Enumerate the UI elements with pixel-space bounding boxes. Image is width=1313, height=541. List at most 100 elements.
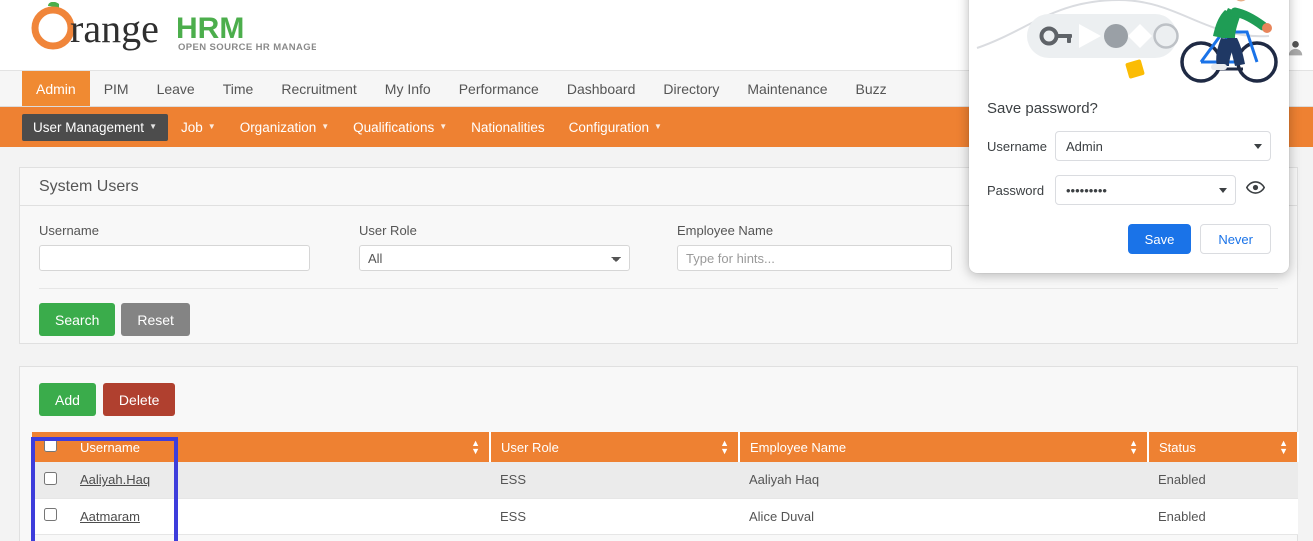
list-action-row: Add Delete (20, 367, 1297, 416)
subnav-item-qualifications[interactable]: Qualifications ▼ (342, 114, 458, 141)
select-all-checkbox[interactable] (44, 439, 57, 452)
column-header-username[interactable]: Username ▲ ▼ (70, 432, 491, 462)
column-header-status[interactable]: Status ▲ ▼ (1148, 432, 1299, 462)
users-table-wrapper: Username ▲ ▼ User Role ▲ ▼ Employee Name ▲… (32, 432, 1299, 535)
cell-username: Aaliyah.Haq (70, 462, 490, 499)
save-password-dialog: Save password? Username Admin Password •… (969, 0, 1289, 273)
subnav-label: Qualifications (353, 119, 435, 135)
subnav-item-job[interactable]: Job ▼ (170, 114, 227, 141)
nav-item-maintenance[interactable]: Maintenance (733, 71, 841, 106)
chevron-down-icon: ▼ (321, 122, 330, 131)
dialog-password-value: ••••••••• (1066, 182, 1107, 198)
nav-item-time[interactable]: Time (209, 71, 268, 106)
svg-text:range: range (70, 6, 159, 51)
sort-icon[interactable]: ▲ ▼ (1279, 439, 1288, 456)
cell-status: Enabled (1148, 498, 1298, 535)
dialog-title: Save password? (987, 100, 1098, 117)
subnav-label: Job (180, 119, 203, 135)
search-button[interactable]: Search (39, 303, 116, 336)
save-password-illustration (969, 0, 1289, 96)
sort-icon[interactable]: ▲ ▼ (471, 439, 480, 456)
eye-icon[interactable] (1245, 178, 1266, 202)
cell-username: Aatmaram (70, 498, 490, 535)
sort-icon[interactable]: ▲ ▼ (720, 439, 729, 456)
system-users-table: Username ▲ ▼ User Role ▲ ▼ Employee Name ▲… (32, 432, 1299, 535)
chevron-down-icon: ▼ (653, 122, 662, 131)
dialog-button-row: Save Never (987, 224, 1271, 254)
row-select-cell (32, 498, 70, 535)
system-users-list-panel: Add Delete Username ▲ ▼ User Role ▲ ▼ Em… (19, 366, 1299, 541)
subnav-label: Configuration (568, 119, 649, 135)
user-role-filter-group: User Role All (359, 223, 677, 271)
orangehrm-logo[interactable]: range HRM OPEN SOURCE HR MANAGEMENT (26, 2, 316, 54)
row-select-cell (32, 462, 70, 499)
username-link[interactable]: Aatmaram (80, 509, 140, 524)
dialog-password-field[interactable]: ••••••••• (1055, 175, 1236, 205)
svg-text:HRM: HRM (176, 12, 244, 45)
employee-name-input[interactable] (677, 245, 952, 271)
nav-item-leave[interactable]: Leave (143, 71, 209, 106)
chevron-down-icon[interactable] (1254, 143, 1262, 149)
username-filter-group: Username (39, 223, 359, 271)
cell-employee-name: Alice Duval (739, 498, 1148, 535)
chevron-down-icon: ▼ (149, 122, 157, 131)
dialog-username-value: Admin (1066, 138, 1103, 154)
column-label: Status (1159, 439, 1196, 455)
cell-status: Enabled (1148, 462, 1298, 499)
dialog-username-row: Username Admin (987, 131, 1271, 161)
employee-name-filter-group: Employee Name (677, 223, 967, 271)
column-label: Employee Name (750, 439, 847, 455)
table-row[interactable]: Aaliyah.Haq ESS Aaliyah Haq Enabled (32, 462, 1298, 499)
dialog-password-label: Password (987, 182, 1045, 198)
column-label: Username (80, 439, 140, 455)
cell-employee-name: Aaliyah Haq (739, 462, 1148, 499)
reset-button[interactable]: Reset (121, 303, 190, 336)
table-row[interactable]: Aatmaram ESS Alice Duval Enabled (32, 498, 1298, 535)
nav-item-admin[interactable]: Admin (22, 71, 90, 106)
nav-item-performance[interactable]: Performance (445, 71, 553, 106)
save-password-button[interactable]: Save (1127, 224, 1192, 254)
nav-item-my-info[interactable]: My Info (371, 71, 445, 106)
column-header-user-role[interactable]: User Role ▲ ▼ (490, 432, 740, 462)
subnav-item-organization[interactable]: Organization ▼ (229, 114, 340, 141)
nav-item-directory[interactable]: Directory (649, 71, 733, 106)
svg-text:OPEN SOURCE HR MANAGEMENT: OPEN SOURCE HR MANAGEMENT (178, 42, 316, 53)
row-checkbox[interactable] (44, 508, 57, 521)
save-password-body: Save password? Username Admin Password •… (969, 100, 1289, 254)
delete-button[interactable]: Delete (102, 383, 176, 416)
search-button-row: Search Reset (20, 289, 1297, 336)
employee-name-label: Employee Name (677, 223, 774, 238)
nav-item-dashboard[interactable]: Dashboard (553, 71, 650, 106)
dialog-username-field[interactable]: Admin (1055, 131, 1271, 161)
dialog-password-row: Password ••••••••• (987, 175, 1271, 205)
subnav-label: Nationalities (471, 119, 545, 135)
chevron-down-icon: ▼ (439, 122, 448, 131)
subnav-item-configuration[interactable]: Configuration ▼ (558, 114, 673, 141)
user-role-select[interactable]: All (359, 245, 630, 271)
column-label: User Role (501, 439, 559, 455)
table-header-row: Username ▲ ▼ User Role ▲ ▼ Employee Name ▲… (32, 432, 1299, 462)
nav-item-recruitment[interactable]: Recruitment (267, 71, 370, 106)
subnav-label: User Management (33, 119, 145, 135)
user-role-label: User Role (359, 223, 417, 238)
dialog-username-label: Username (987, 138, 1047, 154)
username-label: Username (39, 223, 99, 238)
subnav-item-user-management[interactable]: User Management ▼ (22, 113, 168, 141)
chevron-down-icon: ▼ (207, 122, 216, 131)
never-save-button[interactable]: Never (1200, 224, 1271, 254)
select-all-header (32, 432, 70, 462)
sort-icon[interactable]: ▲ ▼ (1129, 439, 1138, 456)
column-header-employee-name[interactable]: Employee Name ▲ ▼ (739, 432, 1149, 462)
page-root: range HRM OPEN SOURCE HR MANAGEMENT Mark… (0, 0, 1313, 541)
subnav-item-nationalities[interactable]: Nationalities (460, 114, 556, 141)
nav-item-buzz[interactable]: Buzz (842, 71, 901, 106)
username-link[interactable]: Aaliyah.Haq (80, 472, 150, 487)
nav-item-pim[interactable]: PIM (90, 71, 143, 106)
cell-user-role: ESS (490, 462, 739, 499)
cell-user-role: ESS (490, 498, 739, 535)
subnav-label: Organization (239, 119, 317, 135)
chevron-down-icon[interactable] (1219, 187, 1227, 193)
username-input[interactable] (39, 245, 310, 271)
add-button[interactable]: Add (39, 383, 96, 416)
row-checkbox[interactable] (44, 471, 57, 485)
